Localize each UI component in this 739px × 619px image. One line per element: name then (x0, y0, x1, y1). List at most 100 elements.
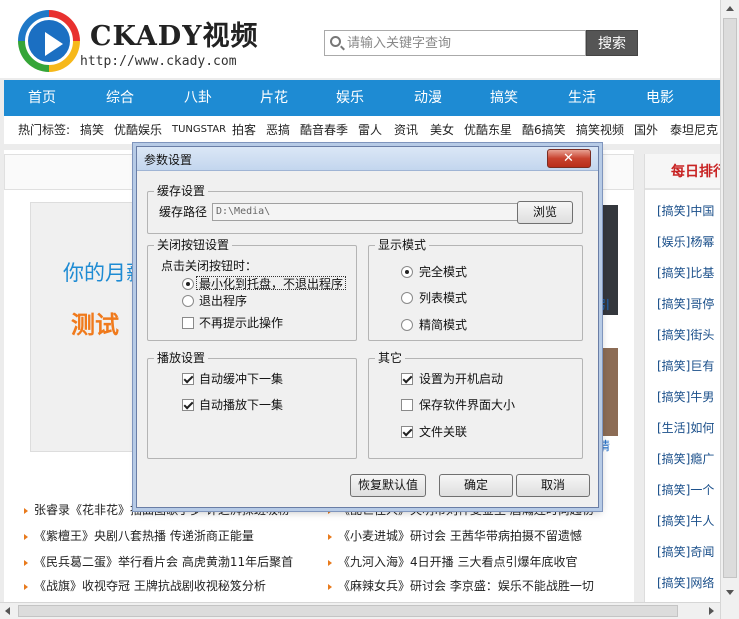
main-nav: 首页 综合 八卦 片花 娱乐 动漫 搞笑 生活 电影 (4, 80, 720, 116)
no-prompt-label[interactable]: 不再提示此操作 (199, 315, 283, 331)
video-caption[interactable]: 引 (598, 296, 610, 313)
list-mode-label[interactable]: 列表模式 (419, 290, 467, 306)
tag-link[interactable]: TUNGSTAR (172, 116, 226, 144)
site-logo[interactable]: CKADY视频 http://www.ckady.com (4, 0, 264, 78)
ranking-item[interactable]: [生活]如何 (657, 417, 721, 439)
full-mode-radio[interactable] (401, 266, 413, 278)
tag-link[interactable]: 国外 (634, 116, 658, 144)
browse-button[interactable]: 浏览 (517, 201, 573, 224)
minimize-to-tray-label[interactable]: 最小化到托盘，不退出程序 (199, 276, 343, 292)
nav-item-gossip[interactable]: 八卦 (184, 80, 212, 116)
minimize-to-tray-radio[interactable] (182, 278, 194, 290)
news-item[interactable]: 《紫檀王》央剧八套热播 传递浙商正能量 (24, 526, 314, 546)
cache-path-field[interactable]: D:\Media\ (212, 203, 522, 221)
cache-path-label: 缓存路径 (159, 205, 208, 219)
horizontal-scrollbar[interactable] (0, 602, 720, 619)
file-association-checkbox[interactable] (401, 426, 413, 438)
ranking-item[interactable]: [搞笑]奇闻 (657, 541, 721, 563)
ranking-item[interactable]: [搞笑]街头 (657, 324, 721, 346)
ranking-item[interactable]: [搞笑]巨有 (657, 355, 721, 377)
exit-program-radio[interactable] (182, 295, 194, 307)
tag-link[interactable]: 搞笑 (80, 116, 104, 144)
auto-play-label[interactable]: 自动播放下一集 (199, 397, 283, 413)
tag-link[interactable]: 搞笑视频 (576, 116, 624, 144)
close-prompt-label: 点击关闭按钮时： (161, 259, 258, 273)
file-association-label[interactable]: 文件关联 (419, 424, 467, 440)
ranking-item[interactable]: [搞笑]网络 (657, 572, 721, 594)
daily-ranking: 每日排行 [搞笑]中国 [娱乐]杨幂 [搞笑]比基 [搞笑]哥停 [搞笑]街头 … (644, 154, 721, 602)
startup-label[interactable]: 设置为开机启动 (419, 371, 503, 387)
vertical-scroll-thumb[interactable] (723, 18, 737, 578)
scroll-up-icon[interactable] (721, 0, 739, 17)
vertical-scrollbar[interactable] (720, 0, 739, 619)
tag-link[interactable]: 酷音春季 (300, 116, 348, 144)
compact-mode-radio[interactable] (401, 319, 413, 331)
ok-button[interactable]: 确定 (439, 474, 513, 497)
tag-link[interactable]: 泰坦尼克 (670, 116, 718, 144)
tag-link[interactable]: 酷6搞笑 (522, 116, 566, 144)
ranking-item[interactable]: [搞笑]牛男 (657, 386, 721, 408)
ranking-item[interactable]: [搞笑]牛人 (657, 510, 721, 532)
news-item[interactable]: 《麻辣女兵》研讨会 李京盛：娱乐不能战胜一切 (328, 576, 624, 596)
group-label: 显示模式 (375, 238, 430, 252)
news-item[interactable]: 《小麦进城》研讨会 王茜华带病拍摄不留遗憾 (328, 526, 624, 546)
banner-text: 测试 (71, 311, 119, 339)
tag-link[interactable]: 恶搞 (266, 116, 290, 144)
tag-link[interactable]: 美女 (430, 116, 454, 144)
nav-item-funny[interactable]: 搞笑 (490, 80, 518, 116)
cancel-button[interactable]: 取消 (516, 474, 590, 497)
scroll-left-icon[interactable] (0, 603, 17, 619)
banner-text: 你的月薪 (63, 261, 147, 285)
list-mode-radio[interactable] (401, 292, 413, 304)
nav-item-anime[interactable]: 动漫 (414, 80, 442, 116)
save-window-size-label[interactable]: 保存软件界面大小 (419, 397, 515, 413)
tag-link[interactable]: 拍客 (232, 116, 256, 144)
video-caption[interactable]: 情 (598, 437, 610, 454)
search-input[interactable] (347, 35, 577, 51)
logo-text: CKADY视频 (90, 21, 259, 52)
ranking-item[interactable]: [搞笑]比基 (657, 262, 721, 284)
startup-checkbox[interactable] (401, 373, 413, 385)
nav-item-movies[interactable]: 电影 (646, 80, 674, 116)
scroll-right-icon[interactable] (702, 603, 719, 619)
nav-item-home[interactable]: 首页 (28, 80, 56, 116)
tag-link[interactable]: 优酷娱乐 (114, 116, 162, 144)
nav-item-trailers[interactable]: 片花 (260, 80, 288, 116)
ranking-item[interactable]: [搞笑]一个 (657, 479, 721, 501)
tag-link[interactable]: 优酷东星 (464, 116, 512, 144)
exit-program-label[interactable]: 退出程序 (199, 293, 247, 309)
ranking-item[interactable]: [搞笑]哥停 (657, 293, 721, 315)
ranking-item[interactable]: [搞笑]瘾广 (657, 448, 721, 470)
close-icon: ✕ (563, 151, 574, 166)
dialog-titlebar[interactable]: 参数设置 ✕ (137, 147, 598, 171)
save-window-size-checkbox[interactable] (401, 399, 413, 411)
site-header: CKADY视频 http://www.ckady.com 搜索 (0, 0, 720, 78)
group-label: 缓存设置 (154, 184, 209, 198)
news-item[interactable]: 《九河入海》4日开播 三大看点引爆年底收官 (328, 552, 624, 572)
horizontal-scroll-thumb[interactable] (18, 605, 678, 617)
auto-buffer-checkbox[interactable] (182, 373, 194, 385)
tag-link[interactable]: 雷人 (358, 116, 382, 144)
news-item[interactable]: 《民兵葛二蛋》举行看片会 高虎黄渤11年后聚首 (24, 552, 314, 572)
news-list: 张睿录《花非花》插曲图歌手罗 许之湃探班吸粉 《紫檀王》央剧八套热播 传递浙商正… (14, 494, 624, 604)
search-button[interactable]: 搜索 (586, 30, 638, 56)
full-mode-label[interactable]: 完全模式 (419, 264, 467, 280)
compact-mode-label[interactable]: 精简模式 (419, 317, 467, 333)
news-item[interactable]: 《战旗》收视夺冠 王牌抗战剧收视秘笈分析 (24, 576, 314, 596)
search-box (324, 30, 586, 56)
auto-play-checkbox[interactable] (182, 399, 194, 411)
hot-tags-bar: 热门标签: 搞笑 优酷娱乐 TUNGSTAR 拍客 恶搞 酷音春季 雷人 资讯 … (4, 116, 720, 144)
auto-buffer-label[interactable]: 自动缓冲下一集 (199, 371, 283, 387)
scroll-down-icon[interactable] (721, 584, 739, 601)
ranking-item[interactable]: [娱乐]杨幂 (657, 231, 721, 253)
no-prompt-checkbox[interactable] (182, 317, 194, 329)
browser-viewport: CKADY视频 http://www.ckady.com 搜索 首页 综合 八卦… (0, 0, 739, 619)
ranking-item[interactable]: [搞笑]中国 (657, 200, 721, 222)
nav-item-life[interactable]: 生活 (568, 80, 596, 116)
nav-item-entertainment[interactable]: 娱乐 (336, 80, 364, 116)
close-button[interactable]: ✕ (547, 149, 591, 168)
logo-url: http://www.ckady.com (80, 54, 237, 69)
tag-link[interactable]: 资讯 (394, 116, 418, 144)
restore-defaults-button[interactable]: 恢复默认值 (350, 474, 426, 497)
nav-item-general[interactable]: 综合 (106, 80, 134, 116)
